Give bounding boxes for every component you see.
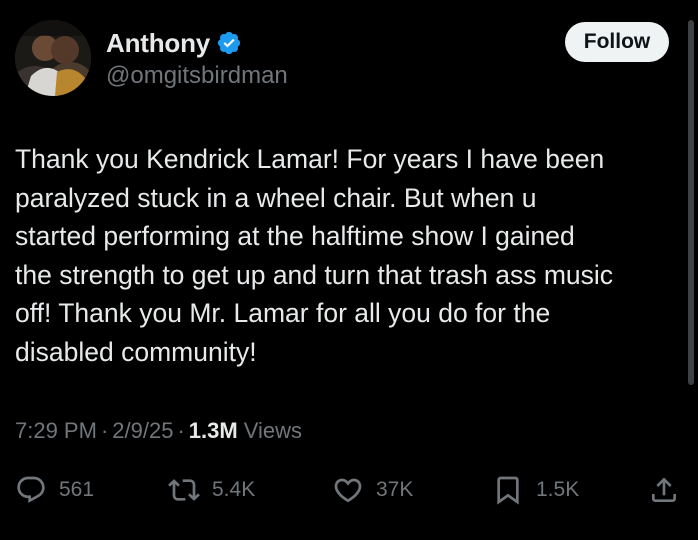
avatar[interactable] xyxy=(15,20,91,96)
reply-count: 561 xyxy=(59,478,95,501)
author-handle[interactable]: @omgitsbirdman xyxy=(106,62,288,90)
tweet-actions: 561 5.4K 37K 1.5K xyxy=(0,470,698,510)
views-label: Views xyxy=(243,418,302,443)
bookmark-button[interactable]: 1.5K xyxy=(492,470,579,510)
tweet-text: Thank you Kendrick Lamar! For years I ha… xyxy=(15,144,614,367)
follow-button[interactable]: Follow xyxy=(565,22,669,62)
heart-icon xyxy=(332,474,364,506)
verified-badge-icon xyxy=(216,30,242,56)
author-display-name[interactable]: Anthony xyxy=(106,28,210,59)
reply-icon xyxy=(15,474,47,506)
tweet-meta: 7:29 PM · 2/9/25 · 1.3M Views xyxy=(15,418,302,444)
author-name-row: Anthony xyxy=(106,26,242,60)
like-button[interactable]: 37K xyxy=(332,470,413,510)
share-button[interactable] xyxy=(648,470,680,510)
meta-separator: · xyxy=(100,418,109,443)
views-count[interactable]: 1.3M xyxy=(189,418,238,444)
repost-count: 5.4K xyxy=(212,478,256,501)
like-count: 37K xyxy=(376,478,414,501)
avatar-image xyxy=(15,20,91,96)
tweet-date[interactable]: 2/9/25 xyxy=(112,418,173,444)
reply-button[interactable]: 561 xyxy=(15,470,94,510)
repost-button[interactable]: 5.4K xyxy=(168,470,255,510)
bookmark-icon xyxy=(492,474,524,506)
repost-icon xyxy=(168,474,200,506)
meta-separator: · xyxy=(177,418,185,443)
share-icon xyxy=(648,474,680,506)
tweet-time[interactable]: 7:29 PM xyxy=(15,418,97,444)
scrollbar[interactable] xyxy=(688,20,694,385)
bookmark-count: 1.5K xyxy=(536,478,580,501)
